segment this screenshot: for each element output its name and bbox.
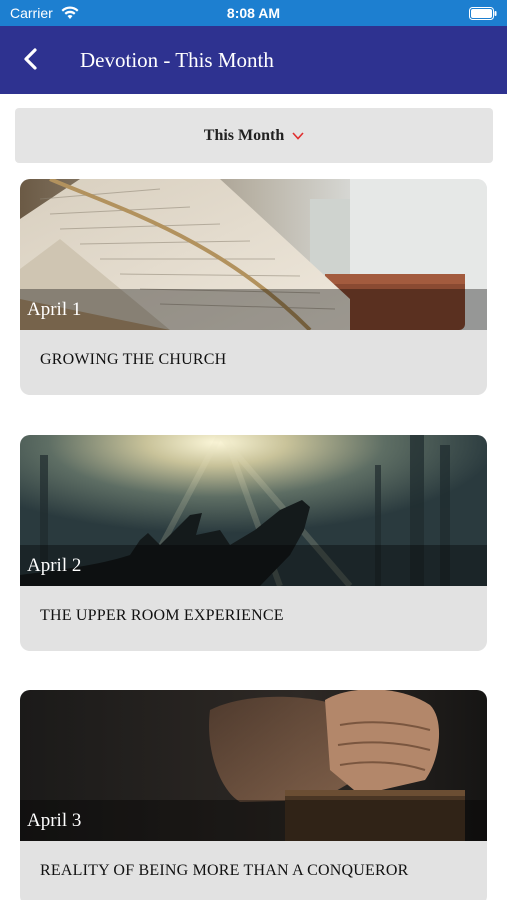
praying-hands-image: April 3 <box>20 690 487 841</box>
month-filter-dropdown[interactable]: This Month <box>15 108 493 163</box>
devotion-title: GROWING THE CHURCH <box>40 351 227 368</box>
status-time: 8:08 AM <box>226 5 281 21</box>
devotion-date: April 3 <box>27 810 82 831</box>
page-title: Devotion - This Month <box>80 48 274 72</box>
devotion-date: April 2 <box>27 555 82 576</box>
devotion-date: April 1 <box>27 299 82 320</box>
status-bar: Carrier 8:08 AM <box>0 0 507 26</box>
date-overlay: April 2 <box>20 545 487 586</box>
devotion-card[interactable]: April 3 REALITY OF BEING MORE THAN A CON… <box>20 690 487 900</box>
back-chevron-icon[interactable] <box>20 46 42 72</box>
devotion-title: THE UPPER ROOM EXPERIENCE <box>40 607 284 624</box>
devotion-card[interactable]: April 1 GROWING THE CHURCH <box>20 179 487 395</box>
devotion-title: REALITY OF BEING MORE THAN A CONQUEROR <box>40 862 409 879</box>
date-overlay: April 1 <box>20 289 487 330</box>
navigation-bar: Devotion - This Month <box>0 26 507 94</box>
month-filter-label: This Month <box>203 126 285 144</box>
chevron-down-icon <box>292 131 304 140</box>
date-overlay: April 3 <box>20 800 487 841</box>
devotion-card[interactable]: April 2 THE UPPER ROOM EXPERIENCE <box>20 435 487 651</box>
open-bible-image: April 1 <box>20 179 487 330</box>
battery-icon <box>469 7 497 20</box>
hands-raised-image: April 2 <box>20 435 487 586</box>
